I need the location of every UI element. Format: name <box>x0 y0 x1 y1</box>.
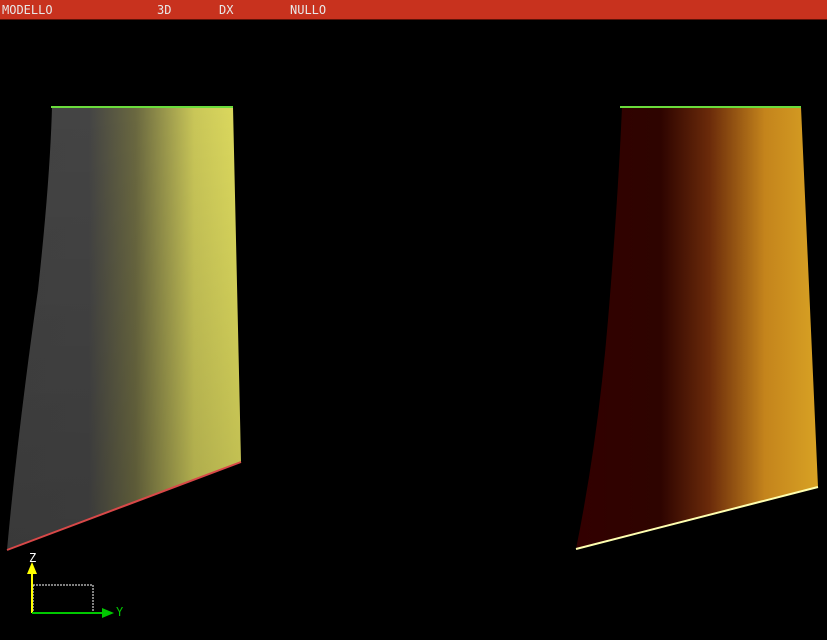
status-label: NULLO <box>290 3 327 17</box>
side-label[interactable]: DX <box>219 3 233 17</box>
right-blade-panel[interactable] <box>575 106 819 550</box>
model-menu-label[interactable]: MODELLO <box>2 3 53 17</box>
cad-viewer-window: MODELLO 3D DX NULLO Z Y <box>0 0 827 640</box>
z-axis-label: Z <box>29 551 36 565</box>
axis-box <box>32 584 94 614</box>
view-mode-label[interactable]: 3D <box>157 3 171 17</box>
top-status-bar: MODELLO 3D DX NULLO <box>0 0 827 20</box>
axis-triad: Z Y <box>27 551 124 619</box>
left-panel-shade <box>7 107 241 550</box>
y-axis-label: Y <box>116 605 124 619</box>
left-blade-panel[interactable] <box>6 106 242 551</box>
y-axis-arrow-icon <box>102 608 114 618</box>
3d-viewport[interactable]: Z Y <box>0 20 827 640</box>
right-panel-surface <box>576 107 818 549</box>
